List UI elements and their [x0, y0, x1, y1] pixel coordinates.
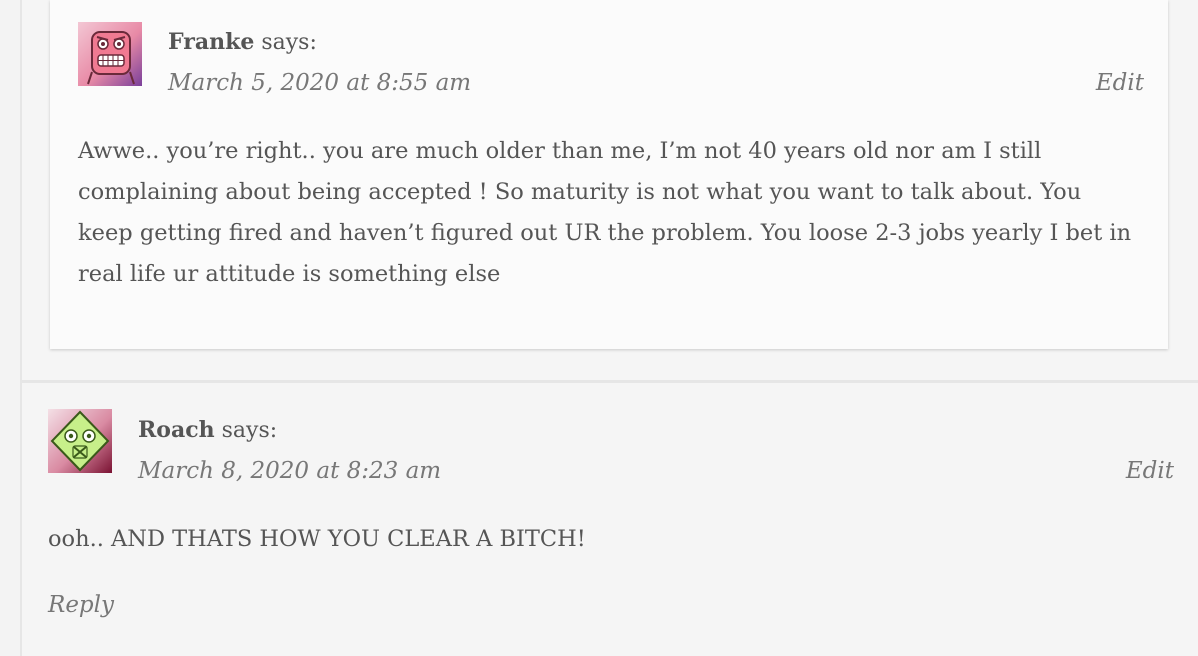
edit-comment-link[interactable]: Edit	[1096, 69, 1144, 97]
comment-author-name: Roach	[138, 417, 215, 443]
comment-body: Awwe.. you’re right.. you are much older…	[78, 138, 1132, 287]
monster-face-avatar-icon[interactable]	[48, 409, 112, 473]
comment-date-link[interactable]: March 8, 2020 at 8:23 am	[138, 457, 441, 485]
comment-author-name: Franke	[168, 29, 255, 55]
comments-section: Franke says: March 5, 2020 at 8:55 am Ed…	[0, 0, 1198, 656]
reply-link[interactable]: Reply	[48, 591, 114, 619]
comment-says-label: says:	[261, 30, 317, 55]
comment-body: ooh.. AND THATS HOW YOU CLEAR A BITCH!	[48, 526, 586, 552]
comment-roach: Roach says: March 8, 2020 at 8:23 am Edi…	[20, 380, 1198, 656]
comment-author-line: Franke says:	[168, 29, 317, 56]
comment-author-line: Roach says:	[138, 417, 277, 444]
angry-face-avatar-icon[interactable]	[78, 22, 142, 86]
edit-comment-link[interactable]: Edit	[1126, 457, 1174, 485]
comment-date-link[interactable]: March 5, 2020 at 8:55 am	[168, 69, 471, 97]
comment-says-label: says:	[221, 418, 278, 443]
comment-franke: Franke says: March 5, 2020 at 8:55 am Ed…	[50, 0, 1168, 349]
